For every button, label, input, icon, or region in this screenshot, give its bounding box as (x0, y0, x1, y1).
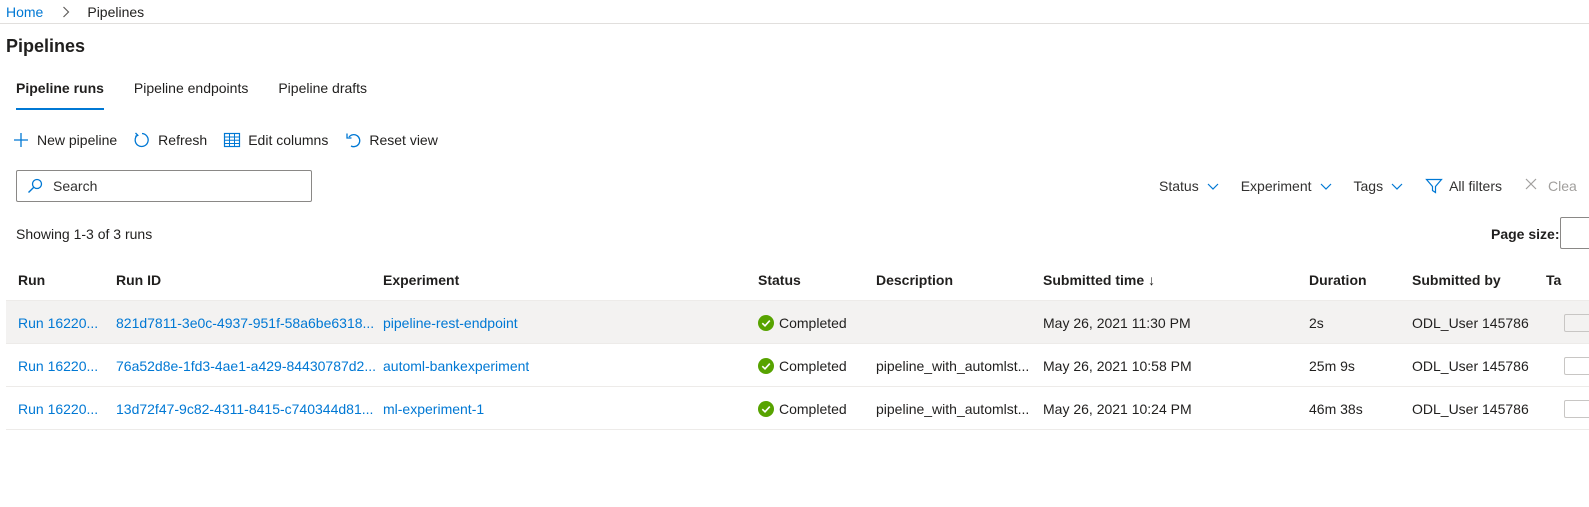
run-link[interactable]: Run 16220... (18, 315, 98, 331)
column-header-submitted-time[interactable]: Submitted time ↓ (1043, 272, 1155, 288)
chevron-down-icon (1320, 180, 1332, 192)
column-header-run-id[interactable]: Run ID (116, 272, 161, 288)
experiment-filter-dropdown[interactable]: Experiment (1241, 178, 1332, 194)
search-box (16, 170, 312, 202)
page-size-dropdown[interactable] (1560, 217, 1589, 249)
tags-filter-dropdown[interactable]: Tags (1354, 178, 1404, 194)
status-filter-dropdown[interactable]: Status (1159, 178, 1219, 194)
status-filter-label: Status (1159, 178, 1199, 194)
experiment-link[interactable]: ml-experiment-1 (383, 401, 484, 417)
duration-cell: 25m 9s (1309, 358, 1355, 374)
run-link[interactable]: Run 16220... (18, 401, 98, 417)
table-row[interactable]: Run 16220... 76a52d8e-1fd3-4ae1-a429-844… (6, 344, 1589, 387)
submitted-time-cell: May 26, 2021 10:24 PM (1043, 401, 1192, 417)
tab-pipeline-drafts[interactable]: Pipeline drafts (278, 78, 367, 110)
column-header-status[interactable]: Status (758, 272, 801, 288)
tags-filter-label: Tags (1353, 178, 1384, 194)
clear-filters-button[interactable]: Clea (1524, 177, 1577, 195)
status-label: Completed (779, 401, 847, 417)
run-id-link[interactable]: 821d7811-3e0c-4937-951f-58a6be6318... (116, 315, 374, 331)
submitted-by-cell: ODL_User 145786 (1412, 401, 1529, 417)
result-count: Showing 1-3 of 3 runs (16, 226, 153, 242)
refresh-button[interactable]: Refresh (133, 131, 207, 149)
close-icon (1524, 177, 1542, 195)
description-cell: pipeline_with_automlst... (876, 358, 1030, 374)
column-header-submitted-by[interactable]: Submitted by (1412, 272, 1501, 288)
tab-bar: Pipeline runs Pipeline endpoints Pipelin… (16, 78, 397, 110)
duration-cell: 2s (1309, 315, 1324, 331)
tags-cell[interactable] (1564, 400, 1589, 418)
tab-pipeline-endpoints[interactable]: Pipeline endpoints (134, 78, 248, 110)
search-icon (27, 178, 43, 194)
filter-funnel-icon (1425, 177, 1443, 195)
run-id-link[interactable]: 76a52d8e-1fd3-4ae1-a429-84430787d2... (116, 358, 376, 374)
column-header-experiment[interactable]: Experiment (383, 272, 459, 288)
filter-bar: Status Experiment Tags All filters Clea (1159, 176, 1589, 196)
reset-view-button[interactable]: Reset view (344, 131, 438, 149)
tags-cell[interactable] (1564, 314, 1589, 332)
breadcrumb-home-link[interactable]: Home (6, 4, 43, 20)
run-link[interactable]: Run 16220... (18, 358, 98, 374)
column-header-description[interactable]: Description (876, 272, 953, 288)
submitted-time-cell: May 26, 2021 11:30 PM (1043, 315, 1191, 331)
experiment-filter-label: Experiment (1240, 178, 1312, 194)
submitted-time-cell: May 26, 2021 10:58 PM (1043, 358, 1192, 374)
search-input[interactable] (53, 178, 293, 194)
submitted-by-cell: ODL_User 145786 (1412, 358, 1529, 374)
experiment-link[interactable]: automl-bankexperiment (383, 358, 529, 374)
refresh-icon (133, 131, 151, 149)
check-circle-icon (758, 401, 774, 417)
breadcrumb: Home Pipelines (0, 0, 1589, 24)
status-label: Completed (779, 358, 847, 374)
edit-columns-button[interactable]: Edit columns (223, 131, 328, 149)
check-circle-icon (758, 315, 774, 331)
all-filters-button[interactable]: All filters (1425, 177, 1502, 195)
plus-icon (12, 131, 30, 149)
tab-pipeline-runs[interactable]: Pipeline runs (16, 78, 104, 110)
new-pipeline-label: New pipeline (37, 132, 118, 148)
status-label: Completed (779, 315, 847, 331)
column-header-duration[interactable]: Duration (1309, 272, 1367, 288)
breadcrumb-current: Pipelines (87, 3, 145, 20)
reset-view-label: Reset view (369, 132, 438, 148)
experiment-link[interactable]: pipeline-rest-endpoint (383, 315, 518, 331)
refresh-label: Refresh (158, 132, 208, 148)
table-row[interactable]: Run 16220... 13d72f47-9c82-4311-8415-c74… (6, 387, 1589, 430)
status-cell: Completed (758, 401, 847, 417)
tags-cell[interactable] (1564, 357, 1589, 375)
chevron-down-icon (1391, 180, 1403, 192)
duration-cell: 46m 38s (1309, 401, 1363, 417)
run-id-link[interactable]: 13d72f47-9c82-4311-8415-c740344d81... (116, 401, 373, 417)
all-filters-label: All filters (1449, 178, 1502, 194)
submitted-by-cell: ODL_User 145786 (1412, 315, 1529, 331)
status-cell: Completed (758, 315, 847, 331)
page-size-label: Page size: (1491, 226, 1560, 242)
column-header-run[interactable]: Run (18, 272, 45, 288)
column-header-tags[interactable]: Ta (1546, 272, 1561, 288)
table-header: Run Run ID Experiment Status Description… (6, 258, 1589, 301)
chevron-right-icon (57, 5, 75, 19)
submitted-time-header-label: Submitted time (1043, 272, 1145, 288)
clear-filters-label: Clea (1548, 178, 1577, 194)
sort-descending-icon: ↓ (1148, 272, 1156, 288)
description-cell: pipeline_with_automlst... (876, 401, 1030, 417)
status-cell: Completed (758, 358, 847, 374)
command-bar: New pipeline Refresh Edit columns Reset … (12, 130, 454, 150)
runs-table: Run Run ID Experiment Status Description… (6, 258, 1589, 430)
edit-columns-label: Edit columns (248, 132, 329, 148)
chevron-down-icon (1207, 180, 1219, 192)
new-pipeline-button[interactable]: New pipeline (12, 131, 117, 149)
undo-icon (344, 131, 362, 149)
table-columns-icon (223, 131, 241, 149)
page-title: Pipelines (6, 36, 86, 56)
check-circle-icon (758, 358, 774, 374)
table-row[interactable]: Run 16220... 821d7811-3e0c-4937-951f-58a… (6, 301, 1589, 344)
